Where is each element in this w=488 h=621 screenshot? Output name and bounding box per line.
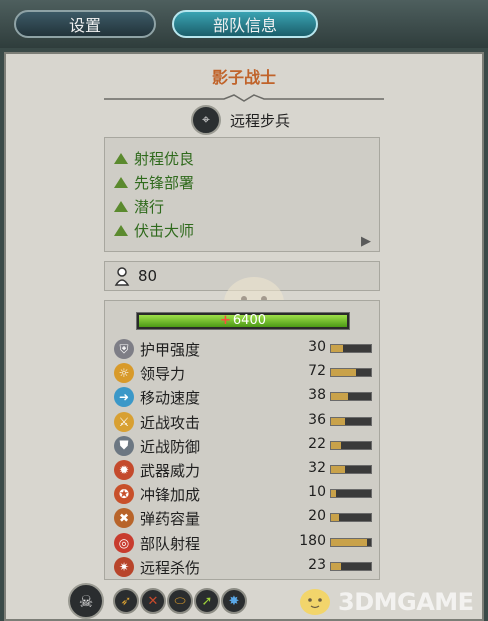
bow-ability-icon[interactable]: ➶ (113, 588, 139, 614)
stat-bar (330, 440, 372, 450)
tab-unit-info[interactable]: 部队信息 (172, 10, 318, 38)
unit-count-value: 80 (138, 267, 158, 285)
stat-bar-fill (331, 417, 346, 425)
stat-bar-fill (331, 345, 343, 352)
watermark-mascot-icon (300, 589, 330, 615)
stat-bar-fill (331, 369, 356, 377)
trait-item[interactable]: 先锋部署 (114, 172, 194, 193)
trait-label: 伏击大师 (134, 222, 195, 240)
stat-row[interactable]: ✖ 弹药容量 20 (114, 507, 374, 529)
trait-up-icon (114, 201, 128, 212)
melee-attack-icon: ⚔ (114, 411, 134, 432)
stat-label: 移动速度 (140, 389, 201, 408)
leadership-icon: ☼ (114, 363, 134, 384)
stat-row[interactable]: ☼ 领导力 72 (114, 362, 374, 384)
stat-label: 近战攻击 (140, 413, 201, 432)
stat-row[interactable]: ⚔ 近战攻击 36 (114, 411, 374, 433)
stat-bar (330, 465, 372, 474)
stat-label: 远程杀伤 (140, 558, 201, 577)
stat-value: 30 (308, 339, 326, 355)
trait-up-icon (114, 177, 128, 188)
stat-bar-fill (331, 441, 341, 449)
stat-label: 近战防御 (140, 437, 201, 456)
trait-label: 射程优良 (134, 150, 195, 168)
faction-badge-icon[interactable]: ☠ (68, 583, 104, 619)
missile-damage-icon: ✷ (114, 556, 134, 577)
stat-value: 32 (308, 460, 326, 476)
site-watermark: 3DMGAME (338, 588, 474, 616)
shield-break-ability-icon[interactable]: ⬭ (167, 588, 193, 614)
health-bar: +6400 (136, 312, 350, 330)
stat-value: 36 (308, 411, 326, 428)
stat-row[interactable]: ✪ 冲锋加成 10 (114, 483, 374, 505)
dual-blades-ability-icon[interactable]: ✕ (140, 588, 166, 614)
stat-value: 10 (308, 484, 326, 501)
stat-bar-fill (331, 466, 345, 473)
stat-bar (330, 537, 372, 547)
armor-icon: ⛨ (114, 339, 134, 359)
stat-bar (330, 561, 372, 571)
unit-name: 影子战士 (211, 68, 276, 87)
stat-bar-fill (331, 490, 336, 498)
trait-item[interactable]: 潜行 (114, 196, 164, 217)
tab-settings[interactable]: 设置 (14, 10, 156, 38)
ammunition-icon: ✖ (114, 508, 134, 529)
unit-class-label: 远程步兵 (230, 112, 291, 130)
trait-label: 潜行 (134, 198, 165, 216)
stat-bar-fill (331, 514, 339, 522)
stat-label: 弹药容量 (140, 510, 201, 529)
range-icon: ◎ (114, 532, 134, 553)
title-divider-ornament (104, 94, 384, 102)
stat-label: 武器威力 (140, 462, 201, 480)
trait-item[interactable]: 射程优良 (114, 148, 194, 169)
trait-label: 先锋部署 (134, 174, 195, 192)
stat-row[interactable]: ⛨ 护甲强度 30 (114, 338, 374, 360)
stat-value: 22 (308, 435, 326, 452)
magic-ability-icon[interactable]: ✸ (221, 588, 247, 614)
trait-item[interactable]: 伏击大师 (114, 220, 194, 241)
stat-bar (330, 368, 372, 378)
stat-value: 180 (299, 532, 326, 549)
stat-bar-fill (331, 538, 367, 546)
stat-value: 20 (308, 508, 326, 525)
health-value-text: 6400 (232, 313, 266, 328)
melee-defense-icon: ⛊ (114, 435, 134, 456)
stat-label: 护甲强度 (140, 341, 201, 359)
health-value: +6400 (137, 313, 349, 329)
tab-settings-label: 设置 (68, 16, 101, 35)
charge-bonus-icon: ✪ (114, 484, 134, 505)
ranged-infantry-icon: ⌖ (191, 105, 221, 135)
stat-bar (330, 392, 372, 402)
stat-row[interactable]: ✹ 武器威力 32 (114, 459, 374, 481)
stat-label: 冲锋加成 (140, 486, 201, 505)
spear-ability-icon[interactable]: ➚ (194, 588, 220, 614)
stat-row[interactable]: ◎ 部队射程 180 (114, 532, 374, 554)
unit-count-icon (114, 267, 130, 286)
stat-bar (330, 513, 372, 523)
stat-value: 23 (308, 556, 326, 573)
trait-up-icon (114, 153, 128, 164)
stat-bar (330, 344, 372, 353)
stat-label: 领导力 (140, 365, 186, 384)
trait-up-icon (114, 225, 128, 236)
traits-scroll-right-icon[interactable]: ▶ (361, 234, 371, 249)
tab-unit-info-label: 部队信息 (212, 16, 277, 35)
weapon-strength-icon: ✹ (114, 460, 134, 480)
stat-row[interactable]: ⛊ 近战防御 22 (114, 435, 374, 457)
stat-bar (330, 416, 372, 426)
stat-label: 部队射程 (140, 534, 201, 553)
stat-row[interactable]: ✷ 远程杀伤 23 (114, 556, 374, 578)
health-cross-icon: + (220, 313, 231, 328)
stat-value: 72 (308, 363, 326, 380)
stat-bar-fill (331, 562, 342, 570)
stat-value: 38 (308, 387, 326, 404)
stat-bar-fill (331, 393, 348, 401)
stat-row[interactable]: ➜ 移动速度 38 (114, 386, 374, 408)
speed-icon: ➜ (114, 387, 134, 408)
stat-bar (330, 489, 372, 499)
